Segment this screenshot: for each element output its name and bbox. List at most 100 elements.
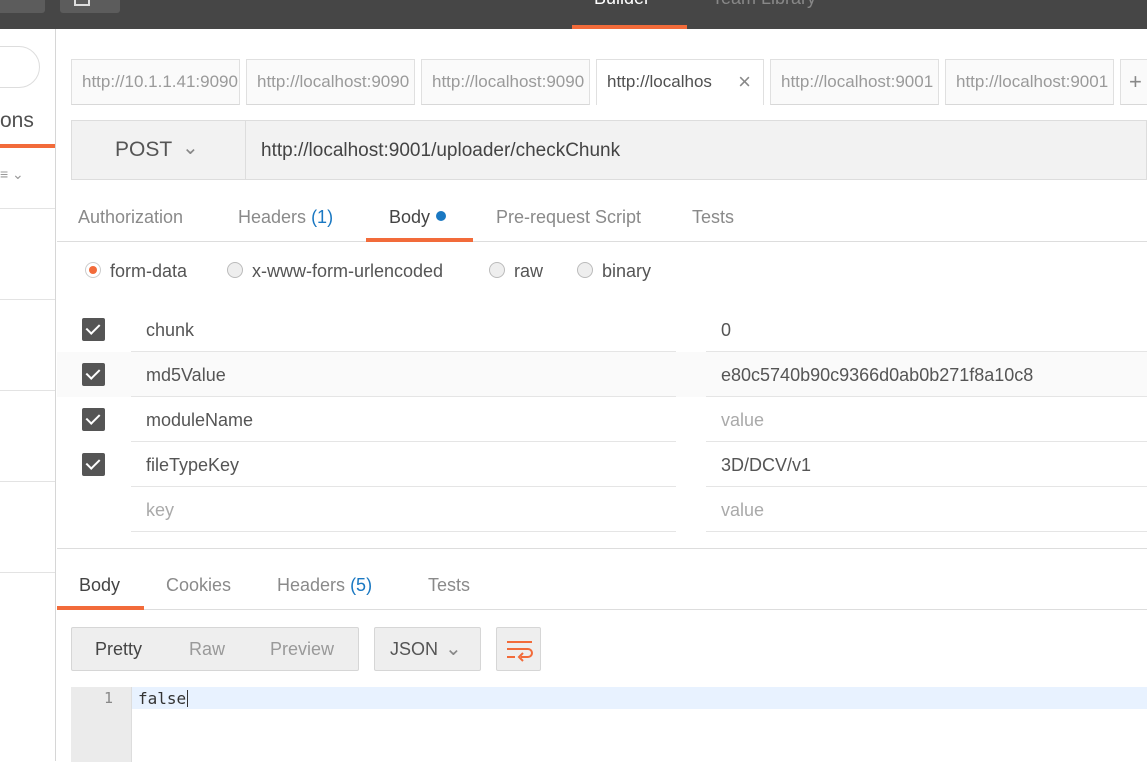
param-key-input[interactable]: chunk xyxy=(131,307,676,352)
param-row: chunk 0 xyxy=(57,307,1147,352)
method-select[interactable]: POST ⌄ xyxy=(72,121,246,179)
response-tab-headers[interactable]: Headers (5) xyxy=(277,575,372,596)
tab-tests[interactable]: Tests xyxy=(692,207,734,228)
param-value-input[interactable]: 0 xyxy=(706,307,1147,352)
sidebar-divider xyxy=(0,572,55,573)
sidebar-divider xyxy=(0,481,55,482)
sidebar-divider xyxy=(0,390,55,391)
request-tab[interactable]: http://localhost:9090 xyxy=(421,59,590,105)
request-tab-active[interactable]: http://localhos × xyxy=(596,59,764,105)
sort-icon[interactable]: ≡ ⌄ xyxy=(0,166,24,183)
request-tab[interactable]: http://localhost:9001 xyxy=(770,59,939,105)
response-tabs: Body Cookies Headers (5) Tests xyxy=(57,549,1147,610)
response-tab-body[interactable]: Body xyxy=(79,575,120,596)
response-tab-cookies[interactable]: Cookies xyxy=(166,575,231,596)
format-select[interactable]: JSON ⌄ xyxy=(374,627,481,671)
chevron-down-icon: ⌄ xyxy=(182,137,199,159)
param-key-input[interactable]: md5Value xyxy=(131,352,676,397)
param-row: moduleName value xyxy=(57,397,1147,442)
radio-label: form-data xyxy=(110,261,188,281)
request-tab-indicator xyxy=(366,238,473,242)
response-code: false xyxy=(138,689,189,708)
sidebar-tab-indicator xyxy=(0,144,55,148)
radio-label: x-www-form-urlencoded xyxy=(252,261,444,281)
response-code-text: false xyxy=(138,689,187,708)
request-options-tabs: Authorization Headers (1) Body Pre-reque… xyxy=(57,202,1147,242)
new-tab-button[interactable]: + xyxy=(1120,59,1147,105)
request-tab[interactable]: http://localhost:9001 xyxy=(945,59,1114,105)
new-param-value-input[interactable]: value xyxy=(706,487,1147,532)
view-mode-group: Pretty Raw Preview xyxy=(71,627,359,671)
radio-checked-icon xyxy=(85,262,101,278)
param-checkbox[interactable] xyxy=(82,408,105,431)
request-tab-label: http://localhos xyxy=(607,72,712,91)
radio-urlencoded[interactable]: x-www-form-urlencoded xyxy=(227,261,443,282)
tab-authorization[interactable]: Authorization xyxy=(78,207,183,228)
wrap-lines-button[interactable] xyxy=(496,627,541,671)
radio-unchecked-icon xyxy=(489,262,505,278)
tab-body-label: Body xyxy=(389,207,431,227)
param-key-input[interactable]: moduleName xyxy=(131,397,676,442)
param-row: fileTypeKey 3D/DCV/v1 xyxy=(57,442,1147,487)
response-panel: Body Cookies Headers (5) Tests Pretty Ra… xyxy=(57,548,1147,762)
sidebar-divider xyxy=(0,299,55,300)
request-tab[interactable]: http://localhost:9090 xyxy=(246,59,415,105)
radio-binary[interactable]: binary xyxy=(577,261,651,282)
param-value-input[interactable]: value xyxy=(706,397,1147,442)
response-tab-headers-label: Headers xyxy=(277,575,346,595)
sidebar-search-input[interactable] xyxy=(0,46,40,88)
radio-unchecked-icon xyxy=(577,262,593,278)
radio-label: binary xyxy=(602,261,652,281)
radio-label: raw xyxy=(514,261,544,281)
param-checkbox[interactable] xyxy=(82,363,105,386)
view-pretty-button[interactable]: Pretty xyxy=(95,639,142,660)
request-tab-label: http://localhost:9001 xyxy=(956,72,1109,91)
response-tab-tests[interactable]: Tests xyxy=(428,575,470,596)
tab-prerequest-script[interactable]: Pre-request Script xyxy=(496,207,641,228)
new-param-key-input[interactable]: key xyxy=(131,487,676,532)
line-number: 1 xyxy=(103,689,113,707)
request-tabs: http://10.1.1.41:9090 http://localhost:9… xyxy=(71,59,1147,105)
headers-count-badge: (1) xyxy=(311,207,334,227)
request-tab-label: http://localhost:9090 xyxy=(432,72,585,91)
modified-dot-icon xyxy=(436,211,447,221)
param-key-input[interactable]: fileTypeKey xyxy=(131,442,676,487)
text-caret xyxy=(187,690,189,707)
new-window-button[interactable] xyxy=(60,0,120,13)
param-checkbox[interactable] xyxy=(82,453,105,476)
view-raw-button[interactable]: Raw xyxy=(189,639,225,660)
request-tab-label: http://localhost:9001 xyxy=(781,72,934,91)
tab-body[interactable]: Body xyxy=(389,207,447,228)
url-bar: POST ⌄ http://localhost:9001/uploader/ch… xyxy=(71,120,1147,180)
method-label: POST xyxy=(115,138,173,161)
param-value-input[interactable]: 3D/DCV/v1 xyxy=(706,442,1147,487)
new-param-row: key value xyxy=(57,487,1147,532)
radio-unchecked-icon xyxy=(227,262,243,278)
request-builder: http://10.1.1.41:9090 http://localhost:9… xyxy=(57,29,1147,762)
url-input[interactable]: http://localhost:9001/uploader/checkChun… xyxy=(261,140,620,162)
sidebar-tab-collections[interactable]: ons xyxy=(0,109,34,133)
sidebar: ons ≡ ⌄ xyxy=(0,29,56,761)
param-value-input[interactable]: e80c5740b90c9366d0ab0b271f8a10c8 xyxy=(706,352,1147,397)
request-tab-label: http://10.1.1.41:9090 xyxy=(82,72,238,91)
top-bar: Builder Team Library xyxy=(0,0,1147,29)
close-icon[interactable]: × xyxy=(738,69,751,95)
new-window-icon xyxy=(74,0,90,6)
param-row: md5Value e80c5740b90c9366d0ab0b271f8a10c… xyxy=(57,352,1147,397)
tab-headers-label: Headers xyxy=(238,207,307,227)
sidebar-divider xyxy=(0,208,55,209)
mode-builder-tab[interactable]: Builder xyxy=(594,0,650,9)
response-tab-indicator xyxy=(57,606,144,610)
mode-team-library-tab[interactable]: Team Library xyxy=(712,0,816,9)
response-body-editor[interactable]: 1 false xyxy=(71,687,1147,762)
param-checkbox[interactable] xyxy=(82,318,105,341)
radio-raw[interactable]: raw xyxy=(489,261,543,282)
view-preview-button[interactable]: Preview xyxy=(270,639,334,660)
format-label: JSON xyxy=(390,639,439,659)
chevron-down-icon: ⌄ xyxy=(445,638,462,660)
response-headers-count-badge: (5) xyxy=(350,575,373,595)
sidebar-toggle-button[interactable] xyxy=(0,0,45,13)
tab-headers[interactable]: Headers (1) xyxy=(238,207,333,228)
request-tab[interactable]: http://10.1.1.41:9090 xyxy=(71,59,240,105)
radio-form-data[interactable]: form-data xyxy=(85,261,187,282)
